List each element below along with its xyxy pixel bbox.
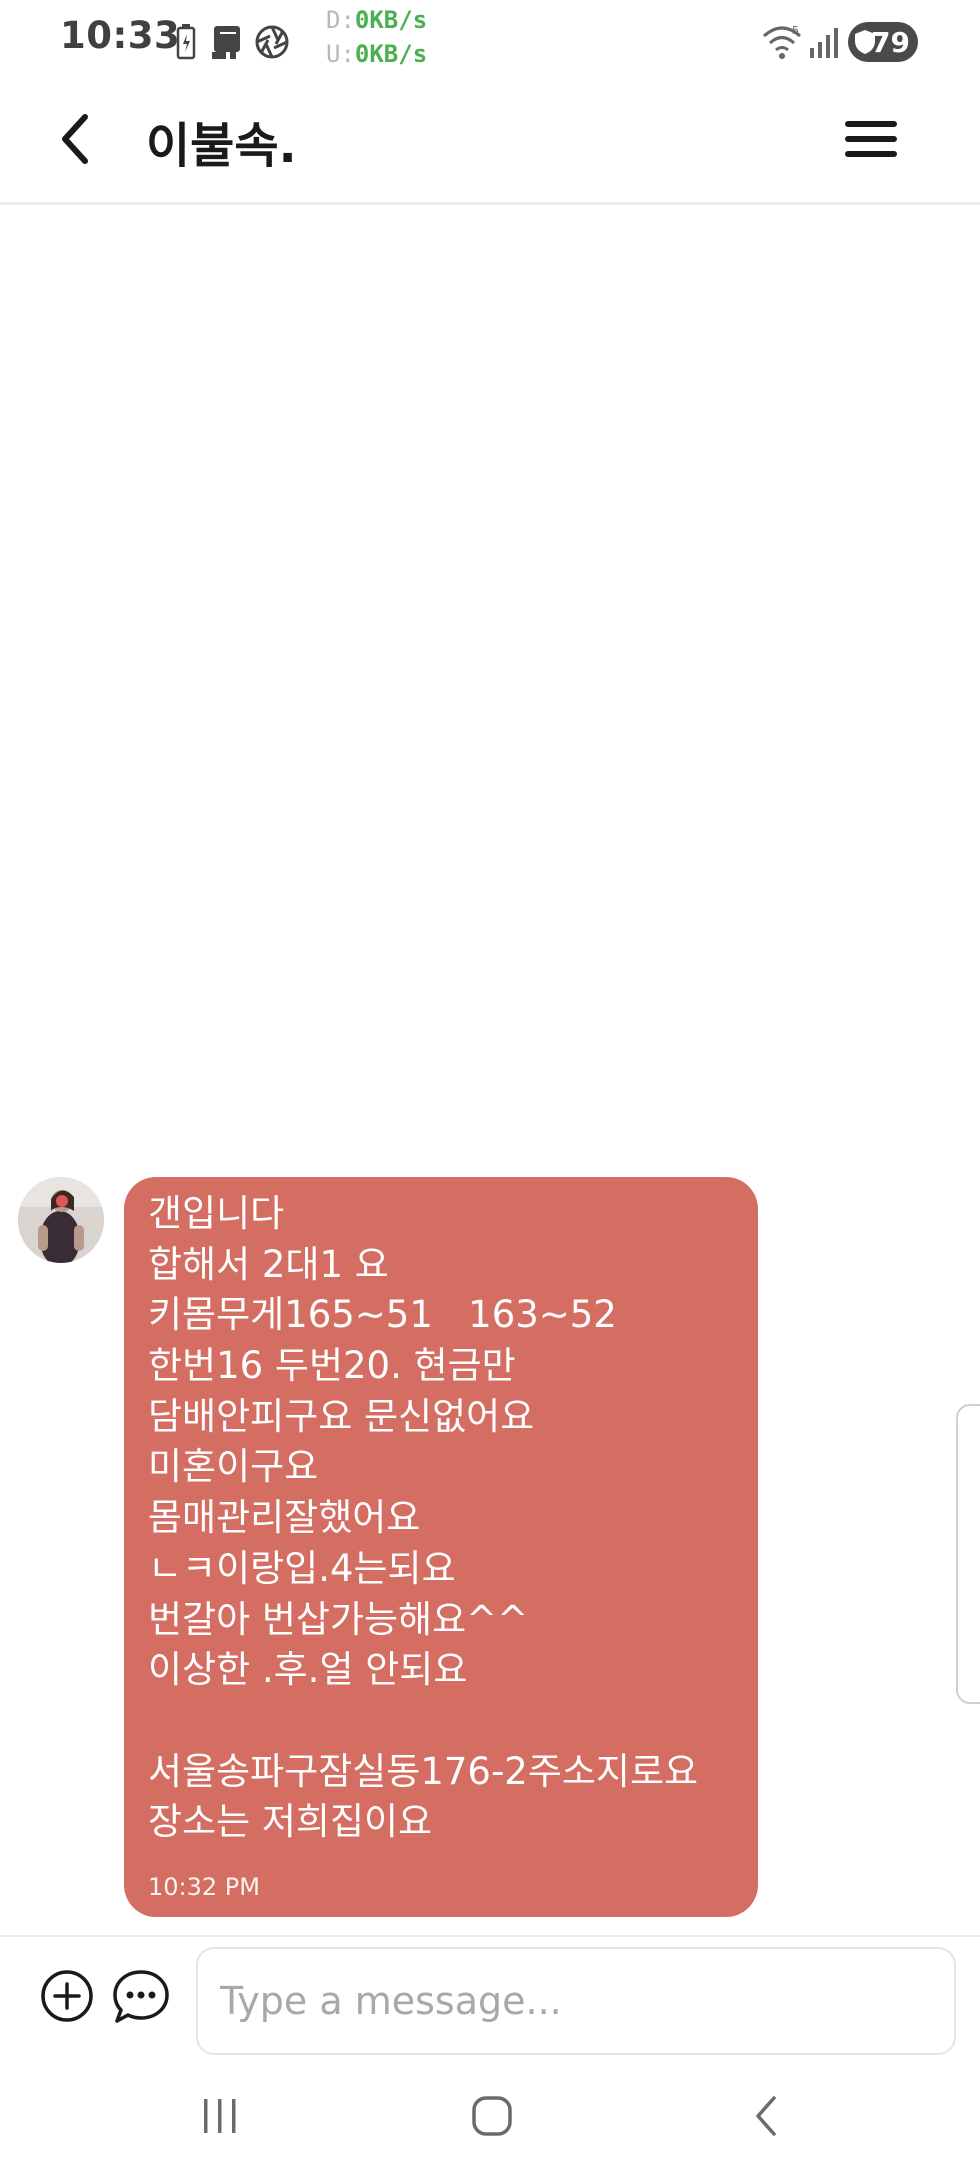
message-timestamp: 10:32 PM [148,1873,260,1901]
chat-options-button[interactable] [112,1969,170,2025]
battery-level: 79 [871,25,910,59]
net-upload-value: 0KB/s [354,40,428,68]
net-upload-label: U: [326,40,355,68]
recent-apps-icon [204,2099,236,2133]
signal-icon [808,26,838,62]
net-download-label: D: [326,6,355,34]
net-upload: U:0KB/s [326,42,427,66]
add-circle-icon [41,1970,93,2022]
wifi-icon: 5 [762,24,802,64]
svg-text:5: 5 [792,24,799,37]
message-line: 장소는 저희집이요 [148,1800,433,1844]
message-line: 서울송파구잠실동176-2주소지로요 [148,1749,699,1793]
back-icon [756,2096,776,2136]
aperture-icon [254,24,290,64]
battery-icon: 79 [848,22,918,62]
home-icon [472,2096,512,2136]
message-line: 갠입니다 [148,1192,285,1235]
home-button[interactable] [462,2091,522,2141]
message-line: 몸매관리잘했어요 [148,1496,421,1540]
nav-back-button[interactable] [736,2091,796,2141]
message-line: 한번16 두번20. 현금만 [148,1344,516,1388]
chat-bubble-dots-icon [113,1970,169,2023]
chat-title: 이불속. [146,118,297,174]
net-download: D:0KB/s [326,8,427,32]
message-bubble[interactable]: 갠입니다 합해서 2대1 요 키몸무게165~51 163~52 한번16 두번… [124,1177,758,1917]
back-button[interactable] [40,104,110,174]
navigation-bar [0,2055,980,2177]
conversation-area[interactable]: 갠입니다 합해서 2대1 요 키몸무게165~51 163~52 한번16 두번… [0,205,980,1935]
screen: 10:33 D:0KB/s U:0KB/s 5 79 이불속. 갠입니다 합해서… [0,0,980,2177]
status-time: 10:33 [60,14,181,57]
message-line: 합해서 2대1 요 [148,1242,389,1286]
message-line: 번갈아 번삽가능해요^^ [148,1597,529,1641]
message-line: 키몸무게165~51 163~52 [148,1293,617,1337]
notification-icon [210,24,246,64]
recent-apps-button[interactable] [190,2091,250,2141]
battery-saver-icon [176,24,196,64]
status-bar: 10:33 D:0KB/s U:0KB/s 5 79 [0,0,980,84]
message-input-bar [0,1935,980,2057]
net-download-value: 0KB/s [354,6,428,34]
menu-button[interactable] [836,104,906,174]
back-arrow-icon [62,114,88,164]
add-button[interactable] [40,1969,94,2023]
shield-icon [855,30,875,54]
chat-header: 이불속. [0,84,980,205]
message-line: 미혼이구요 [148,1445,319,1489]
message-input[interactable] [196,1947,956,2055]
menu-icon [845,121,897,157]
message-line: 담배안피구요 문신없어요 [148,1394,535,1438]
side-panel-handle[interactable] [956,1404,980,1704]
avatar[interactable] [18,1177,104,1263]
message-line: ㄴㅋ이랑입.4는되요 [148,1546,456,1590]
message-line: 이상한 .후.얼 안되요 [148,1648,468,1692]
message-line [148,1696,734,1747]
